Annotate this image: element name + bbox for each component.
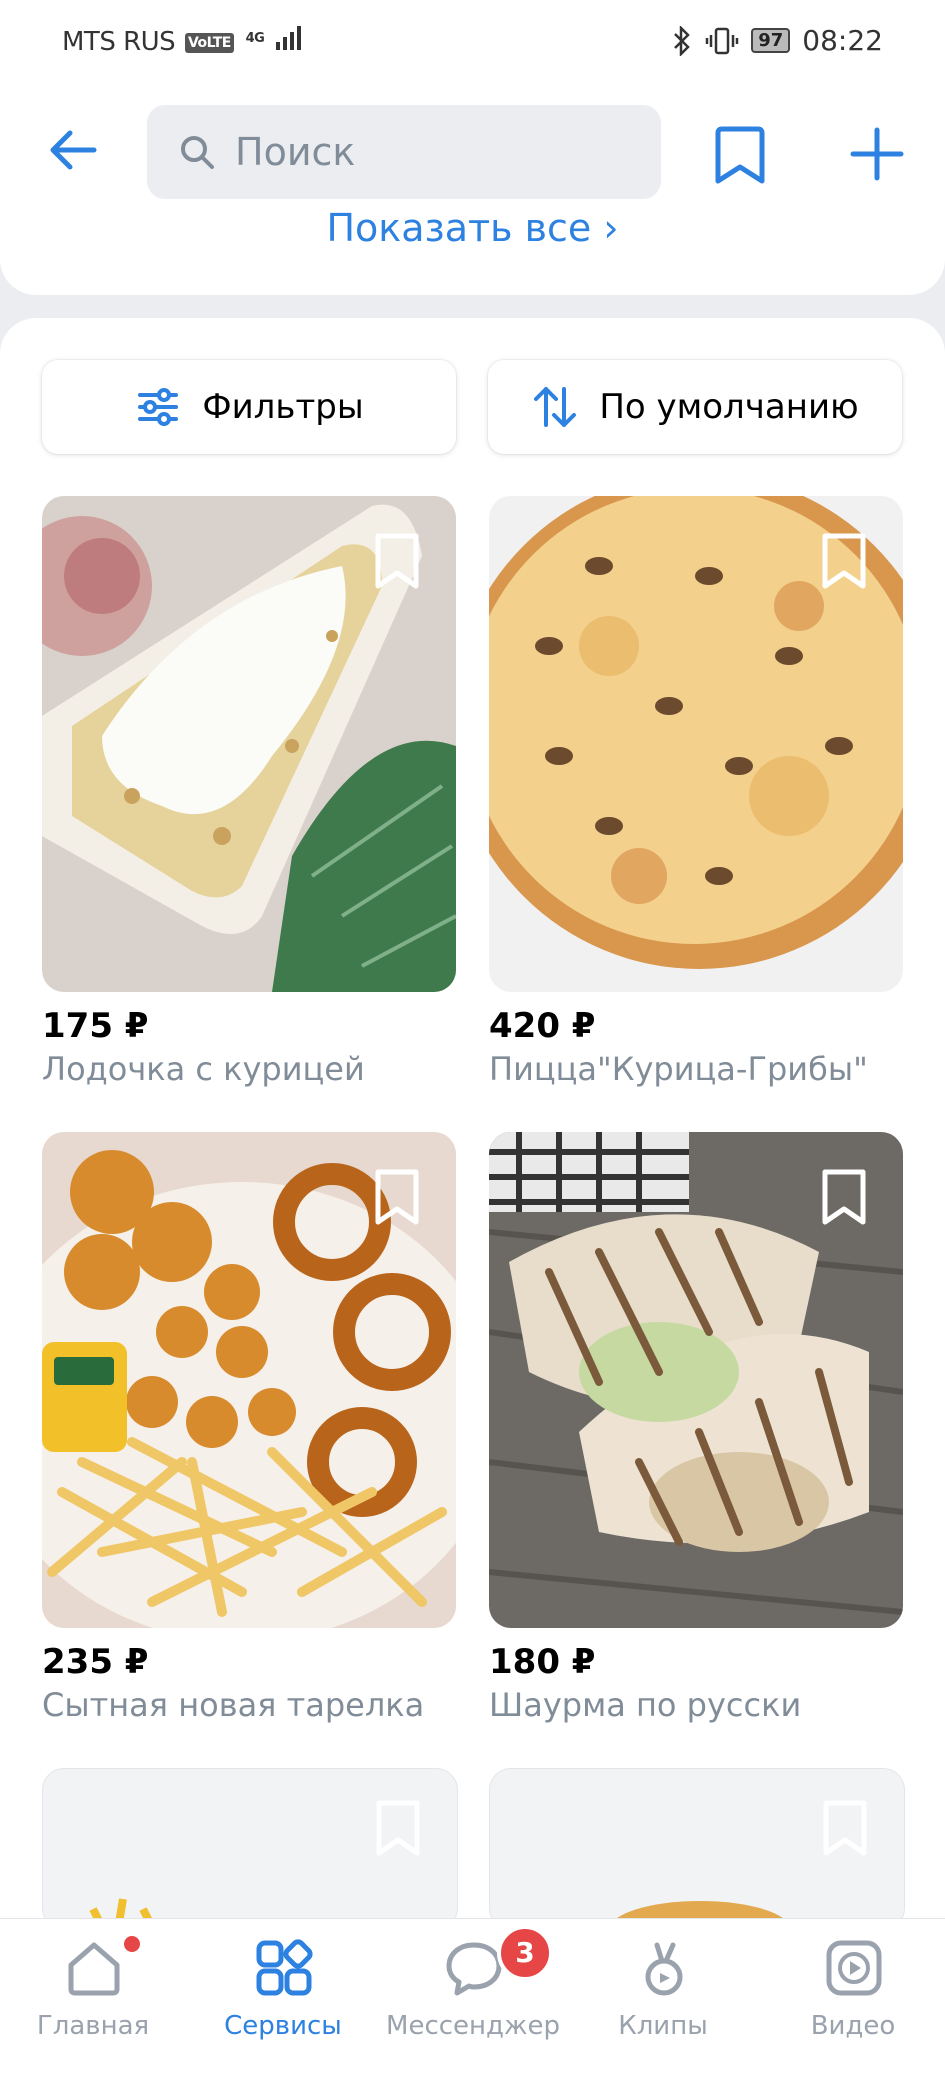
carrier-info: MTS RUS VoLTE 4G <box>62 26 302 57</box>
network-type: 4G <box>245 31 265 46</box>
tab-label: Сервисы <box>224 2011 342 2041</box>
clock: 08:22 <box>802 24 883 57</box>
bookmark-icon[interactable] <box>818 1799 872 1859</box>
clips-icon <box>645 1942 683 1996</box>
tab-label: Клипы <box>618 2011 708 2041</box>
tab-label: Мессенджер <box>386 2011 560 2041</box>
unread-badge: 3 <box>497 1925 553 1981</box>
bookmark-icon[interactable] <box>817 1168 871 1228</box>
product-photo[interactable] <box>42 1768 458 1930</box>
search-placeholder: Поиск <box>235 130 356 174</box>
volte-indicator: VoLTE <box>184 33 234 53</box>
bookmark-icon[interactable] <box>370 1168 424 1228</box>
carrier-name: MTS RUS <box>62 27 176 57</box>
bookmark-icon[interactable] <box>817 532 871 592</box>
show-all-link[interactable]: Показать все › <box>0 206 945 250</box>
video-icon <box>826 1940 882 1996</box>
product-title: Сытная новая тарелка <box>42 1686 425 1724</box>
product-price: 420 ₽ <box>489 1006 596 1046</box>
product-price: 175 ₽ <box>42 1006 149 1046</box>
services-icon <box>256 1939 313 1996</box>
notification-dot <box>121 1933 143 1955</box>
bookmarks-icon[interactable] <box>710 123 770 189</box>
sort-label: По умолчанию <box>599 387 859 427</box>
product-photo[interactable] <box>489 496 903 992</box>
sort-icon <box>534 387 577 427</box>
search-icon <box>181 136 214 169</box>
add-icon[interactable] <box>845 122 909 186</box>
tab-clips[interactable]: Клипы <box>573 1919 753 2049</box>
tab-home[interactable]: Главная <box>3 1919 183 2049</box>
bookmark-icon[interactable] <box>371 1799 425 1859</box>
bottom-tab-bar: Главная Сервисы 3 Мессенджер Клипы Видео <box>0 1918 945 2049</box>
bookmark-icon[interactable] <box>370 532 424 592</box>
bluetooth-icon <box>674 25 691 56</box>
filters-icon <box>138 388 179 426</box>
status-bar: MTS RUS VoLTE 4G 97 08:22 <box>0 0 945 80</box>
tab-label: Видео <box>810 2011 896 2041</box>
battery-icon: 97 <box>751 28 791 53</box>
product-title: Шаурма по русски <box>489 1686 802 1724</box>
vibrate-icon <box>705 27 739 54</box>
sort-button[interactable]: По умолчанию <box>488 360 902 454</box>
product-photo[interactable] <box>42 496 456 992</box>
signal-icon <box>276 26 302 50</box>
product-photo[interactable] <box>42 1132 456 1628</box>
tab-label: Главная <box>36 2011 150 2041</box>
back-arrow-icon[interactable] <box>44 120 104 180</box>
product-photo[interactable] <box>489 1132 903 1628</box>
messenger-icon <box>446 1942 502 1996</box>
search-input[interactable]: Поиск <box>147 105 661 199</box>
product-title: Лодочка с курицей <box>42 1050 365 1088</box>
home-icon <box>68 1942 120 1996</box>
product-price: 235 ₽ <box>42 1642 149 1682</box>
product-photo[interactable] <box>489 1768 905 1930</box>
tab-messenger[interactable]: 3 Мессенджер <box>383 1919 563 2049</box>
filters-button[interactable]: Фильтры <box>42 360 456 454</box>
tab-services[interactable]: Сервисы <box>193 1919 373 2049</box>
product-price: 180 ₽ <box>489 1642 596 1682</box>
tab-video[interactable]: Видео <box>763 1919 943 2049</box>
product-title: Пицца"Курица-Грибы" <box>489 1050 868 1088</box>
filters-label: Фильтры <box>202 387 364 427</box>
